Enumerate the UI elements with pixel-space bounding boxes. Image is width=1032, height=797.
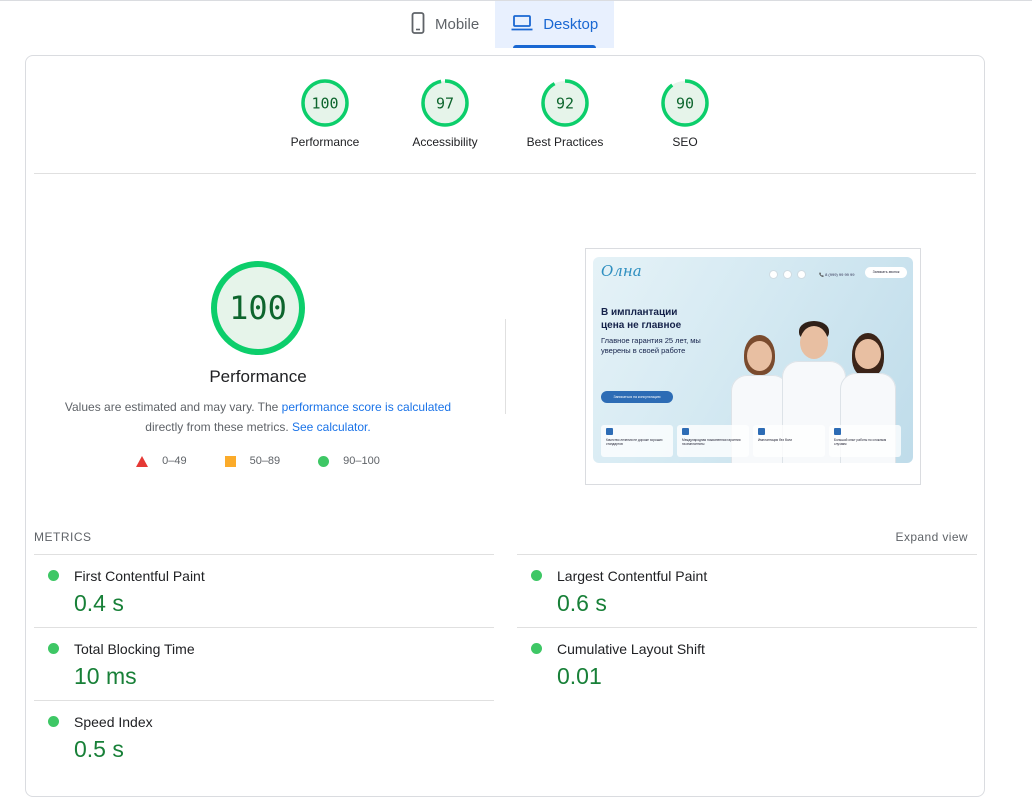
check-icon bbox=[682, 428, 689, 435]
metric-value: 0.4 s bbox=[74, 590, 124, 616]
metric-largest-contentful-paint: Largest Contentful Paint 0.6 s bbox=[517, 554, 977, 627]
site-logo: Олна bbox=[601, 262, 642, 280]
feature-text: Большой опыт работы по сложным случаям bbox=[834, 438, 887, 447]
screenshot-hero: Олна 📞 8 (999) 99 99 99 Записать звонок … bbox=[593, 257, 913, 463]
feature-text: Международная пожизненная гарантия на им… bbox=[682, 438, 741, 447]
metric-value: 0.5 s bbox=[74, 736, 124, 762]
metric-name: Cumulative Layout Shift bbox=[557, 641, 705, 657]
score-gauges: 100 Performance 97 Accessibility 92 Best… bbox=[26, 78, 984, 149]
gauge-best-practices[interactable]: 92 Best Practices bbox=[511, 78, 619, 149]
site-cta-button: Записаться на консультацию bbox=[601, 391, 673, 403]
legend-average: 50–89 bbox=[224, 455, 281, 467]
laptop-icon bbox=[511, 14, 533, 35]
gauge-score: 92 bbox=[556, 95, 574, 113]
gauge-performance[interactable]: 100 Performance bbox=[271, 78, 379, 149]
metric-value: 0.01 bbox=[557, 663, 602, 689]
gauge-score: 90 bbox=[676, 95, 694, 113]
feature-card: Имплантация без боли bbox=[753, 425, 825, 457]
pass-circle-icon bbox=[531, 570, 542, 581]
gauge-ring: 92 bbox=[541, 79, 589, 127]
gauge-ring: 100 bbox=[301, 79, 349, 127]
site-phone: 📞 8 (999) 99 99 99 bbox=[819, 272, 855, 277]
pass-circle-icon bbox=[48, 570, 59, 581]
square-icon bbox=[224, 455, 236, 467]
performance-score-link[interactable]: performance score is calculated bbox=[282, 400, 451, 414]
metric-name: Speed Index bbox=[74, 714, 153, 730]
metrics-header: METRICS Expand view bbox=[34, 530, 968, 544]
gauge-ring: 97 bbox=[421, 79, 469, 127]
feature-text: Качество лечения не дороже хороших станд… bbox=[606, 438, 663, 447]
metric-name: Total Blocking Time bbox=[74, 641, 195, 657]
feature-card: Качество лечения не дороже хороших станд… bbox=[601, 425, 673, 457]
legend-pass: 90–100 bbox=[318, 455, 380, 467]
social-icon bbox=[797, 270, 806, 279]
performance-description: Values are estimated and may vary. The p… bbox=[58, 397, 458, 437]
metrics-column-left: First Contentful Paint 0.4 s Total Block… bbox=[34, 554, 494, 773]
tab-desktop[interactable]: Desktop bbox=[495, 1, 615, 48]
metric-name: First Contentful Paint bbox=[74, 568, 205, 584]
gauge-label: Accessibility bbox=[412, 135, 478, 149]
pass-circle-icon bbox=[48, 643, 59, 654]
vertical-separator bbox=[505, 319, 506, 414]
metric-name: Largest Contentful Paint bbox=[557, 568, 708, 584]
report-card: 100 Performance 97 Accessibility 92 Best… bbox=[25, 55, 985, 797]
legend-range: 50–89 bbox=[249, 455, 281, 467]
performance-gauge-large: 100 bbox=[211, 261, 305, 355]
gauge-ring: 90 bbox=[661, 79, 709, 127]
gauge-label: SEO bbox=[672, 135, 698, 149]
feature-text: Имплантация без боли bbox=[758, 438, 793, 442]
desc-middle: directly from these metrics. bbox=[145, 420, 292, 434]
tab-mobile-label: Mobile bbox=[435, 16, 480, 33]
site-subheading: Главное гарантия 25 лет, мы уверены в св… bbox=[601, 336, 701, 355]
metric-total-blocking-time: Total Blocking Time 10 ms bbox=[34, 627, 494, 700]
metric-first-contentful-paint: First Contentful Paint 0.4 s bbox=[34, 554, 494, 627]
site-header-button: Записать звонок bbox=[865, 267, 907, 278]
site-text bbox=[601, 371, 706, 376]
metric-value: 0.6 s bbox=[557, 590, 607, 616]
gauge-accessibility[interactable]: 97 Accessibility bbox=[391, 78, 499, 149]
phone-icon bbox=[411, 11, 425, 38]
performance-title: Performance bbox=[209, 367, 307, 386]
see-calculator-link[interactable]: See calculator. bbox=[292, 420, 371, 434]
page-screenshot: Олна 📞 8 (999) 99 99 99 Записать звонок … bbox=[585, 248, 921, 485]
site-heading: В имплантации цена не главное bbox=[601, 307, 682, 331]
legend-range: 90–100 bbox=[343, 455, 380, 467]
feature-card: Большой опыт работы по сложным случаям bbox=[829, 425, 901, 457]
pass-circle-icon bbox=[48, 716, 59, 727]
check-icon bbox=[606, 428, 613, 435]
desc-prefix: Values are estimated and may vary. The bbox=[64, 400, 282, 414]
metric-speed-index: Speed Index 0.5 s bbox=[34, 700, 494, 773]
legend-range: 0–49 bbox=[162, 455, 187, 467]
metric-cumulative-layout-shift: Cumulative Layout Shift 0.01 bbox=[517, 627, 977, 700]
gauge-score: 100 bbox=[311, 95, 338, 113]
triangle-icon bbox=[136, 455, 149, 467]
expand-view-button[interactable]: Expand view bbox=[896, 530, 968, 544]
tab-desktop-label: Desktop bbox=[543, 16, 599, 33]
metrics-column-right: Largest Contentful Paint 0.6 s Cumulativ… bbox=[517, 554, 977, 700]
check-icon bbox=[834, 428, 841, 435]
section-divider bbox=[34, 173, 976, 174]
gauge-label: Performance bbox=[290, 135, 360, 149]
metric-value: 10 ms bbox=[74, 663, 137, 689]
circle-icon bbox=[318, 455, 330, 467]
pass-circle-icon bbox=[531, 643, 542, 654]
gauge-score: 97 bbox=[436, 95, 454, 113]
check-icon bbox=[758, 428, 765, 435]
score-legend: 0–49 50–89 90–100 bbox=[136, 455, 380, 467]
social-icon bbox=[769, 270, 778, 279]
feature-card: Международная пожизненная гарантия на им… bbox=[677, 425, 749, 457]
performance-summary: 100 Performance Values are estimated and… bbox=[26, 259, 490, 467]
gauge-label: Best Practices bbox=[526, 135, 604, 149]
gauge-seo[interactable]: 90 SEO bbox=[631, 78, 739, 149]
legend-fail: 0–49 bbox=[136, 455, 187, 467]
tab-mobile[interactable]: Mobile bbox=[395, 1, 495, 48]
performance-score-large: 100 bbox=[229, 289, 287, 327]
device-tabs: Mobile Desktop bbox=[395, 1, 615, 48]
metrics-title: METRICS bbox=[34, 530, 92, 544]
social-icon bbox=[783, 270, 792, 279]
